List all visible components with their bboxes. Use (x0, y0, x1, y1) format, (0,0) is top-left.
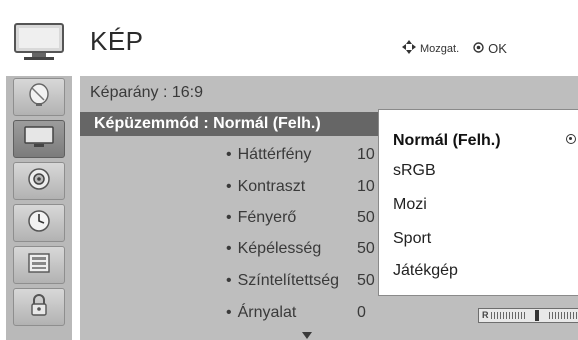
setting-label: Kontraszt (237, 178, 306, 195)
setting-value: 50 (357, 240, 375, 257)
option-icon (27, 252, 51, 279)
setting-value: 10 (357, 178, 375, 195)
setting-row-tint[interactable]: • Árnyalat (226, 304, 296, 322)
satellite-dish-icon (26, 82, 52, 113)
dropdown-option-jatekgep[interactable]: Játékgép (393, 262, 458, 280)
sidebar-item-setup[interactable] (13, 78, 65, 116)
setting-row-sharpness[interactable]: • Képélesség (226, 240, 321, 258)
dropdown-option-sport[interactable]: Sport (393, 230, 431, 248)
tv-icon (14, 22, 64, 62)
ok-hint-label: OK (488, 41, 507, 56)
ok-button-icon (473, 41, 484, 56)
move-hint-label: Mozgat. (420, 42, 460, 55)
tv-icon (24, 125, 54, 153)
setting-row-brightness[interactable]: • Fényerő (226, 209, 296, 227)
setting-label: Fényerő (237, 209, 297, 226)
tint-slider[interactable]: R G (478, 308, 578, 323)
setting-label: Háttérfény (237, 146, 312, 163)
setting-label: Színtelítettség (237, 272, 339, 289)
move-arrows-icon (402, 40, 416, 57)
sidebar-item-option[interactable] (13, 246, 65, 284)
clock-icon (27, 209, 51, 238)
speaker-icon (27, 167, 51, 196)
sidebar-item-audio[interactable] (13, 162, 65, 200)
setting-value: 50 (357, 272, 375, 289)
setting-row-color[interactable]: • Színtelítettség (226, 272, 339, 290)
setting-row-contrast[interactable]: • Kontraszt (226, 178, 305, 196)
tint-red-label: R (482, 310, 489, 320)
setting-row-backlight[interactable]: • Háttérfény (226, 146, 311, 164)
setting-value: 10 (357, 146, 375, 163)
category-sidebar (6, 76, 72, 340)
tint-slider-knob[interactable] (535, 310, 539, 321)
aspect-ratio-label: Képarány (90, 84, 159, 101)
picture-mode-label: Képüzemmód (94, 115, 199, 132)
sidebar-item-time[interactable] (13, 204, 65, 242)
menu-title: KÉP (90, 26, 144, 56)
navigation-hint: Mozgat. OK (402, 40, 507, 57)
setting-value: 50 (357, 209, 375, 226)
sidebar-item-picture[interactable] (13, 120, 65, 158)
sidebar-item-lock[interactable] (13, 288, 65, 326)
lock-icon (29, 293, 49, 322)
dropdown-option-mozi[interactable]: Mozi (393, 196, 427, 214)
selected-radio-icon (566, 134, 576, 144)
scroll-down-arrow-icon[interactable] (302, 332, 312, 339)
setting-label: Képélesség (237, 240, 322, 257)
setting-value: 0 (357, 304, 366, 321)
dropdown-option-normal[interactable]: Normál (Felh.) (393, 132, 501, 150)
picture-mode-value: : Normál (Felh.) (203, 115, 321, 132)
dropdown-option-srgb[interactable]: sRGB (393, 162, 436, 180)
picture-mode-dropdown: Normál (Felh.) sRGB Mozi Sport Játékgép (378, 109, 578, 296)
aspect-ratio-value: : 16:9 (162, 84, 203, 101)
setting-label: Árnyalat (237, 304, 297, 321)
aspect-ratio-row[interactable]: Képarány : 16:9 (90, 84, 203, 102)
tv-menu-screen: KÉP Mozgat. OK Képarány: 16:9 Képüzemmó… (0, 0, 578, 340)
